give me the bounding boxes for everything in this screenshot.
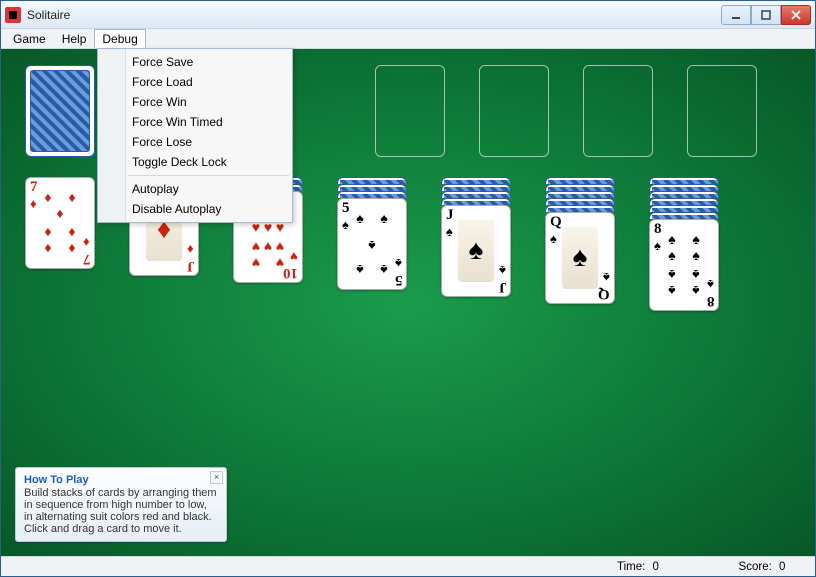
mi-force-win-timed[interactable]: Force Win Timed xyxy=(98,112,292,132)
app-icon xyxy=(5,7,21,23)
window-title: Solitaire xyxy=(27,8,721,22)
card-rank: J xyxy=(446,208,454,223)
card-Q-spades[interactable]: Q♠Q♠♠ xyxy=(545,212,615,304)
mi-autoplay[interactable]: Autoplay xyxy=(98,179,292,199)
how-to-play-panel: × How To Play Build stacks of cards by a… xyxy=(15,467,227,542)
hidden-card xyxy=(337,177,407,184)
spades-icon: ♠ xyxy=(446,224,453,240)
hidden-card xyxy=(441,177,511,184)
diamonds-icon: ♦ xyxy=(30,196,37,212)
hidden-card xyxy=(649,191,719,198)
hidden-card xyxy=(545,177,615,184)
spades-icon: ♠ xyxy=(603,269,610,285)
spades-icon: ♠ xyxy=(395,255,402,271)
hidden-card xyxy=(441,184,511,191)
score-value: 0 xyxy=(779,561,805,573)
how-to-play-body: Build stacks of cards by arranging them … xyxy=(24,487,218,535)
mi-toggle-deck-lock[interactable]: Toggle Deck Lock xyxy=(98,152,292,172)
tableau-pile-4[interactable]: 5♠5♠ xyxy=(337,177,407,290)
hidden-card xyxy=(545,205,615,212)
close-icon[interactable]: × xyxy=(210,471,223,484)
card-rank: J xyxy=(499,279,507,294)
hidden-card xyxy=(649,184,719,191)
menu-game[interactable]: Game xyxy=(5,29,54,48)
diamonds-icon: ♦ xyxy=(83,234,90,250)
hidden-card xyxy=(649,205,719,212)
menu-help[interactable]: Help xyxy=(54,29,95,48)
card-rank: 8 xyxy=(654,222,662,237)
tableau-pile-5[interactable]: J♠J♠♠ xyxy=(441,177,511,297)
card-8-spades[interactable]: 8♠8♠ xyxy=(649,219,719,311)
hearts-icon: ♥ xyxy=(290,248,298,264)
spades-icon: ♠ xyxy=(654,238,661,254)
spades-icon: ♠ xyxy=(499,262,506,278)
card-rank: 8 xyxy=(707,293,715,308)
stock-pile[interactable] xyxy=(25,65,95,157)
status-bar: Time: 0 Score: 0 xyxy=(1,556,815,576)
card-rank: 7 xyxy=(30,180,38,195)
minimize-button[interactable] xyxy=(721,5,751,25)
score-label: Score: xyxy=(739,561,772,573)
time-label: Time: xyxy=(617,561,645,573)
hidden-card xyxy=(545,198,615,205)
window-buttons xyxy=(721,5,811,25)
hidden-card xyxy=(649,212,719,219)
hidden-card xyxy=(545,184,615,191)
foundation-1[interactable] xyxy=(375,65,445,157)
hidden-card xyxy=(649,177,719,184)
card-back xyxy=(25,65,95,157)
tableau-pile-1[interactable]: 7♦7♦ xyxy=(25,177,95,269)
mi-force-lose[interactable]: Force Lose xyxy=(98,132,292,152)
face-card-art: ♠ xyxy=(458,220,494,282)
foundation-2[interactable] xyxy=(479,65,549,157)
how-to-play-title: How To Play xyxy=(24,474,218,486)
time-value: 0 xyxy=(653,561,679,573)
hidden-card xyxy=(545,191,615,198)
card-rank: J xyxy=(187,258,195,273)
foundation-3[interactable] xyxy=(583,65,653,157)
card-rank: 5 xyxy=(395,272,403,287)
hidden-card xyxy=(649,198,719,205)
hidden-card xyxy=(441,198,511,205)
card-rank: Q xyxy=(550,215,562,230)
titlebar: Solitaire xyxy=(1,1,815,29)
card-rank: 5 xyxy=(342,201,350,216)
mi-force-load[interactable]: Force Load xyxy=(98,72,292,92)
foundation-4[interactable] xyxy=(687,65,757,157)
card-rank: 7 xyxy=(83,251,91,266)
tableau-pile-6[interactable]: Q♠Q♠♠ xyxy=(545,177,615,304)
mi-force-save[interactable]: Force Save xyxy=(98,52,292,72)
hidden-card xyxy=(337,184,407,191)
mi-disable-autoplay[interactable]: Disable Autoplay xyxy=(98,199,292,219)
spades-icon: ♠ xyxy=(707,276,714,292)
menubar: Game Help Debug xyxy=(1,29,815,49)
spades-icon: ♠ xyxy=(550,231,557,247)
spades-icon: ♠ xyxy=(342,217,349,233)
hidden-card xyxy=(441,191,511,198)
status-score: Score: 0 xyxy=(739,561,805,573)
mi-force-win[interactable]: Force Win xyxy=(98,92,292,112)
card-5-spades[interactable]: 5♠5♠ xyxy=(337,198,407,290)
close-button[interactable] xyxy=(781,5,811,25)
menu-debug[interactable]: Debug xyxy=(94,29,145,48)
card-rank: Q xyxy=(598,286,610,301)
debug-dropdown: Force Save Force Load Force Win Force Wi… xyxy=(97,48,293,223)
hidden-card xyxy=(337,191,407,198)
tableau-pile-7[interactable]: 8♠8♠ xyxy=(649,177,719,311)
face-card-art: ♠ xyxy=(562,227,598,289)
card-7-diamonds[interactable]: 7♦7♦ xyxy=(25,177,95,269)
dropdown-separator xyxy=(128,175,289,176)
diamonds-icon: ♦ xyxy=(187,241,194,257)
card-J-spades[interactable]: J♠J♠♠ xyxy=(441,205,511,297)
status-time: Time: 0 xyxy=(617,561,679,573)
maximize-button[interactable] xyxy=(751,5,781,25)
